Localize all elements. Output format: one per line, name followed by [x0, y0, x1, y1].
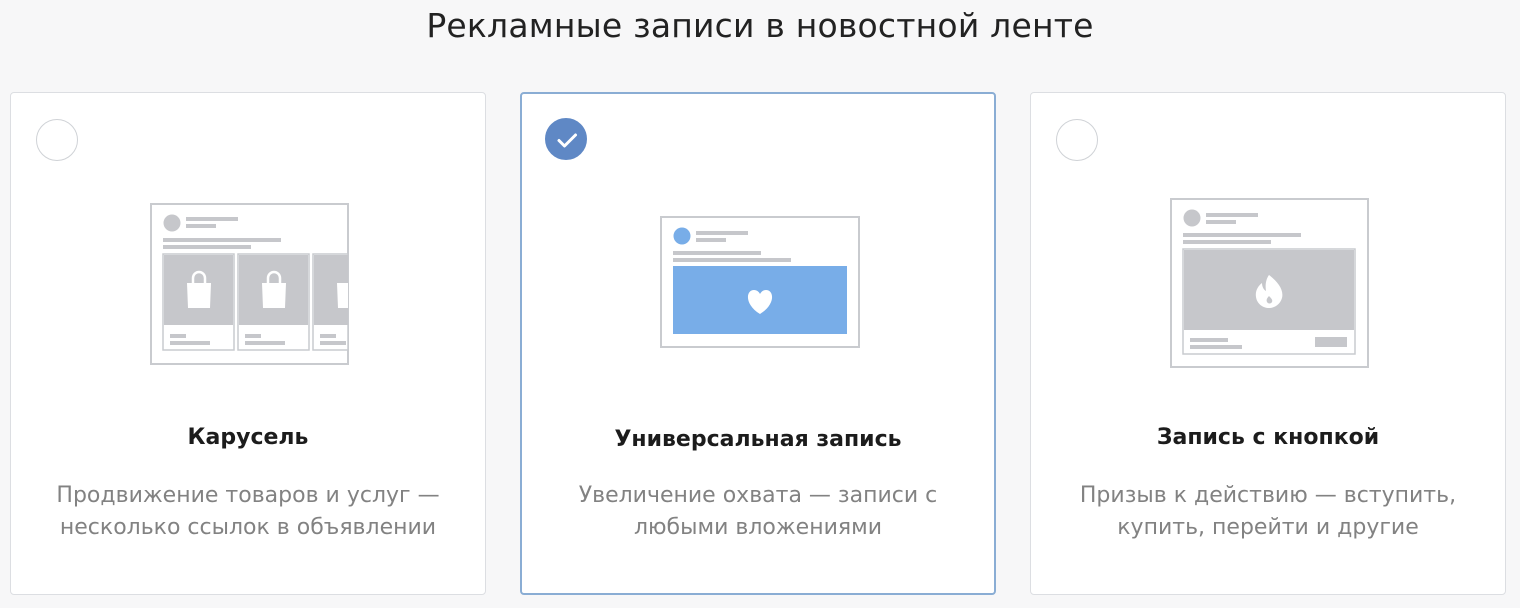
card-title: Универсальная запись — [614, 427, 902, 452]
carousel-item — [312, 253, 349, 351]
ad-format-card-carousel[interactable]: Карусель Продвижение товаров и услуг — н… — [10, 92, 486, 595]
carousel-preview — [150, 203, 362, 371]
card-description: Продвижение товаров и услуг — несколько … — [56, 483, 440, 540]
card-title: Карусель — [187, 425, 309, 450]
card-title: Запись с кнопкой — [1156, 425, 1380, 450]
radio-button-button-post[interactable] — [1056, 119, 1098, 161]
page-title: Рекламные записи в новостной ленте — [426, 6, 1094, 45]
radio-button-universal[interactable] — [545, 118, 587, 160]
radio-button-carousel[interactable] — [36, 119, 78, 161]
checkmark-icon — [557, 133, 577, 148]
carousel-item — [162, 253, 235, 351]
carousel-item — [237, 253, 310, 351]
card-description: Призыв к действию — вступить, купить, пе… — [1079, 483, 1457, 540]
button-post-preview — [1170, 198, 1372, 374]
card-description: Увеличение охвата — записи с любыми влож… — [578, 483, 938, 540]
ad-format-card-button[interactable]: Запись с кнопкой Призыв к действию — вст… — [1030, 92, 1506, 595]
ad-format-card-universal[interactable]: Универсальная запись Увеличение охвата —… — [520, 92, 996, 595]
universal-post-preview — [660, 216, 862, 356]
